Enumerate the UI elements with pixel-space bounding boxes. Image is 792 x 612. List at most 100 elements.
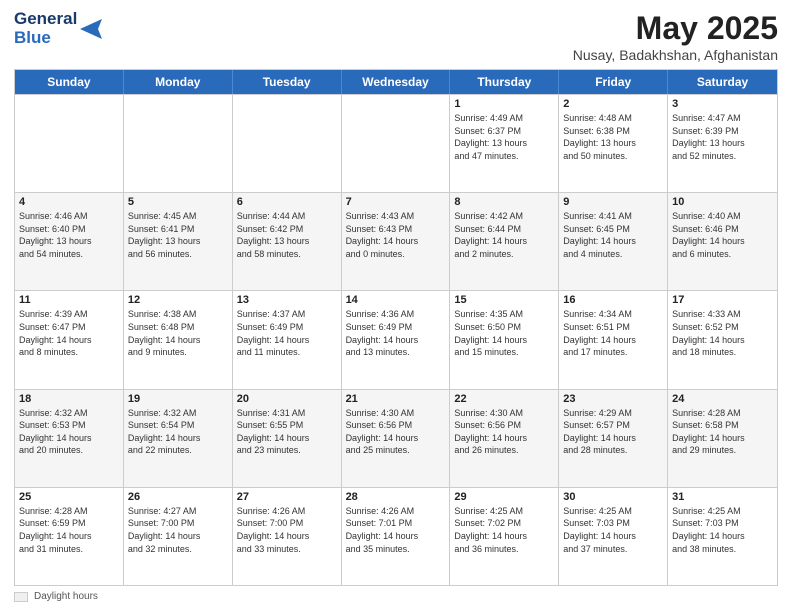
day-number-14: 14 bbox=[346, 294, 446, 306]
cell-info: Sunrise: 4:44 AM Sunset: 6:42 PM Dayligh… bbox=[237, 210, 337, 260]
table-row: 8 Sunrise: 4:42 AM Sunset: 6:44 PM Daylig… bbox=[450, 193, 559, 290]
table-row: 1Sunrise: 4:49 AM Sunset: 6:37 PM Daylig… bbox=[450, 95, 559, 192]
cell-info: Sunrise: 4:39 AM Sunset: 6:47 PM Dayligh… bbox=[19, 308, 119, 358]
cell-info: Sunrise: 4:25 AM Sunset: 7:03 PM Dayligh… bbox=[672, 505, 773, 555]
table-row bbox=[124, 95, 233, 192]
cell-info: Sunrise: 4:38 AM Sunset: 6:48 PM Dayligh… bbox=[128, 308, 228, 358]
table-row bbox=[342, 95, 451, 192]
table-row: 12Sunrise: 4:38 AM Sunset: 6:48 PM Dayli… bbox=[124, 291, 233, 388]
logo-arrow-icon bbox=[80, 19, 102, 39]
cell-info: Sunrise: 4:36 AM Sunset: 6:49 PM Dayligh… bbox=[346, 308, 446, 358]
cell-info: Sunrise: 4:34 AM Sunset: 6:51 PM Dayligh… bbox=[563, 308, 663, 358]
table-row: 11 Sunrise: 4:39 AM Sunset: 6:47 PM Dayli… bbox=[15, 291, 124, 388]
table-row: 29Sunrise: 4:25 AM Sunset: 7:02 PM Dayli… bbox=[450, 488, 559, 585]
day-number-22: 22 bbox=[454, 393, 554, 405]
table-row: 20 Sunrise: 4:31 AM Sunset: 6:55 PM Dayli… bbox=[233, 390, 342, 487]
day-number-18: 18 bbox=[19, 393, 119, 405]
header-day-friday: Friday bbox=[559, 70, 668, 94]
table-row: 26Sunrise: 4:27 AM Sunset: 7:00 PM Dayli… bbox=[124, 488, 233, 585]
logo: General Blue bbox=[14, 10, 102, 47]
day-number-24: 24 bbox=[672, 393, 773, 405]
day-number-16: 16 bbox=[563, 294, 663, 306]
day-number-23: 23 bbox=[563, 393, 663, 405]
table-row: 15Sunrise: 4:35 AM Sunset: 6:50 PM Dayli… bbox=[450, 291, 559, 388]
day-number-15: 15 bbox=[454, 294, 554, 306]
cell-info: Sunrise: 4:32 AM Sunset: 6:53 PM Dayligh… bbox=[19, 407, 119, 457]
day-number-30: 30 bbox=[563, 491, 663, 503]
day-number-11: 11 bbox=[19, 294, 119, 306]
table-row: 18 Sunrise: 4:32 AM Sunset: 6:53 PM Dayli… bbox=[15, 390, 124, 487]
calendar-row-1: 4Sunrise: 4:46 AM Sunset: 6:40 PM Daylig… bbox=[15, 192, 777, 290]
day-number-17: 17 bbox=[672, 294, 773, 306]
day-number-9: 9 bbox=[563, 196, 663, 208]
table-row: 31Sunrise: 4:25 AM Sunset: 7:03 PM Dayli… bbox=[668, 488, 777, 585]
table-row: 23 Sunrise: 4:29 AM Sunset: 6:57 PM Dayli… bbox=[559, 390, 668, 487]
header-day-wednesday: Wednesday bbox=[342, 70, 451, 94]
day-number-7: 7 bbox=[346, 196, 446, 208]
header-day-saturday: Saturday bbox=[668, 70, 777, 94]
main-title: May 2025 bbox=[573, 10, 778, 47]
table-row: 10Sunrise: 4:40 AM Sunset: 6:46 PM Dayli… bbox=[668, 193, 777, 290]
cell-info: Sunrise: 4:43 AM Sunset: 6:43 PM Dayligh… bbox=[346, 210, 446, 260]
cell-info: Sunrise: 4:42 AM Sunset: 6:44 PM Dayligh… bbox=[454, 210, 554, 260]
calendar: SundayMondayTuesdayWednesdayThursdayFrid… bbox=[14, 69, 778, 586]
table-row: 25 Sunrise: 4:28 AM Sunset: 6:59 PM Dayli… bbox=[15, 488, 124, 585]
table-row bbox=[233, 95, 342, 192]
cell-info: Sunrise: 4:33 AM Sunset: 6:52 PM Dayligh… bbox=[672, 308, 773, 358]
table-row: 17 Sunrise: 4:33 AM Sunset: 6:52 PM Dayli… bbox=[668, 291, 777, 388]
table-row: 4Sunrise: 4:46 AM Sunset: 6:40 PM Daylig… bbox=[15, 193, 124, 290]
cell-info: Sunrise: 4:31 AM Sunset: 6:55 PM Dayligh… bbox=[237, 407, 337, 457]
cell-info: Sunrise: 4:30 AM Sunset: 6:56 PM Dayligh… bbox=[454, 407, 554, 457]
day-number-21: 21 bbox=[346, 393, 446, 405]
page: General Blue May 2025 Nusay, Badakhshan,… bbox=[0, 0, 792, 612]
day-number-2: 2 bbox=[563, 98, 663, 110]
table-row: 6 Sunrise: 4:44 AM Sunset: 6:42 PM Daylig… bbox=[233, 193, 342, 290]
footer: Daylight hours bbox=[14, 591, 778, 602]
table-row: 27Sunrise: 4:26 AM Sunset: 7:00 PM Dayli… bbox=[233, 488, 342, 585]
table-row: 19 Sunrise: 4:32 AM Sunset: 6:54 PM Dayli… bbox=[124, 390, 233, 487]
table-row: 3Sunrise: 4:47 AM Sunset: 6:39 PM Daylig… bbox=[668, 95, 777, 192]
table-row bbox=[15, 95, 124, 192]
cell-info: Sunrise: 4:49 AM Sunset: 6:37 PM Dayligh… bbox=[454, 112, 554, 162]
day-number-20: 20 bbox=[237, 393, 337, 405]
header-day-tuesday: Tuesday bbox=[233, 70, 342, 94]
day-number-6: 6 bbox=[237, 196, 337, 208]
title-block: May 2025 Nusay, Badakhshan, Afghanistan bbox=[573, 10, 778, 63]
day-number-26: 26 bbox=[128, 491, 228, 503]
logo-general: General bbox=[14, 10, 77, 29]
table-row: 28Sunrise: 4:26 AM Sunset: 7:01 PM Dayli… bbox=[342, 488, 451, 585]
subtitle: Nusay, Badakhshan, Afghanistan bbox=[573, 47, 778, 63]
table-row: 30Sunrise: 4:25 AM Sunset: 7:03 PM Dayli… bbox=[559, 488, 668, 585]
cell-info: Sunrise: 4:28 AM Sunset: 6:59 PM Dayligh… bbox=[19, 505, 119, 555]
daylight-hours-label: Daylight hours bbox=[34, 591, 98, 602]
day-number-8: 8 bbox=[454, 196, 554, 208]
table-row: 5Sunrise: 4:45 AM Sunset: 6:41 PM Daylig… bbox=[124, 193, 233, 290]
table-row: 7 Sunrise: 4:43 AM Sunset: 6:43 PM Daylig… bbox=[342, 193, 451, 290]
table-row: 22 Sunrise: 4:30 AM Sunset: 6:56 PM Dayli… bbox=[450, 390, 559, 487]
cell-info: Sunrise: 4:41 AM Sunset: 6:45 PM Dayligh… bbox=[563, 210, 663, 260]
day-number-10: 10 bbox=[672, 196, 773, 208]
header-day-thursday: Thursday bbox=[450, 70, 559, 94]
table-row: 16 Sunrise: 4:34 AM Sunset: 6:51 PM Dayli… bbox=[559, 291, 668, 388]
calendar-row-0: 1Sunrise: 4:49 AM Sunset: 6:37 PM Daylig… bbox=[15, 94, 777, 192]
calendar-header: SundayMondayTuesdayWednesdayThursdayFrid… bbox=[15, 70, 777, 94]
table-row: 21 Sunrise: 4:30 AM Sunset: 6:56 PM Dayli… bbox=[342, 390, 451, 487]
cell-info: Sunrise: 4:46 AM Sunset: 6:40 PM Dayligh… bbox=[19, 210, 119, 260]
cell-info: Sunrise: 4:47 AM Sunset: 6:39 PM Dayligh… bbox=[672, 112, 773, 162]
cell-info: Sunrise: 4:30 AM Sunset: 6:56 PM Dayligh… bbox=[346, 407, 446, 457]
day-number-25: 25 bbox=[19, 491, 119, 503]
cell-info: Sunrise: 4:45 AM Sunset: 6:41 PM Dayligh… bbox=[128, 210, 228, 260]
calendar-row-3: 18 Sunrise: 4:32 AM Sunset: 6:53 PM Dayli… bbox=[15, 389, 777, 487]
cell-info: Sunrise: 4:29 AM Sunset: 6:57 PM Dayligh… bbox=[563, 407, 663, 457]
cell-info: Sunrise: 4:26 AM Sunset: 7:00 PM Dayligh… bbox=[237, 505, 337, 555]
cell-info: Sunrise: 4:26 AM Sunset: 7:01 PM Dayligh… bbox=[346, 505, 446, 555]
cell-info: Sunrise: 4:48 AM Sunset: 6:38 PM Dayligh… bbox=[563, 112, 663, 162]
daylight-box bbox=[14, 592, 28, 602]
day-number-13: 13 bbox=[237, 294, 337, 306]
logo-blue: Blue bbox=[14, 29, 77, 48]
header-day-sunday: Sunday bbox=[15, 70, 124, 94]
day-number-19: 19 bbox=[128, 393, 228, 405]
day-number-29: 29 bbox=[454, 491, 554, 503]
calendar-body: 1Sunrise: 4:49 AM Sunset: 6:37 PM Daylig… bbox=[15, 94, 777, 585]
cell-info: Sunrise: 4:32 AM Sunset: 6:54 PM Dayligh… bbox=[128, 407, 228, 457]
